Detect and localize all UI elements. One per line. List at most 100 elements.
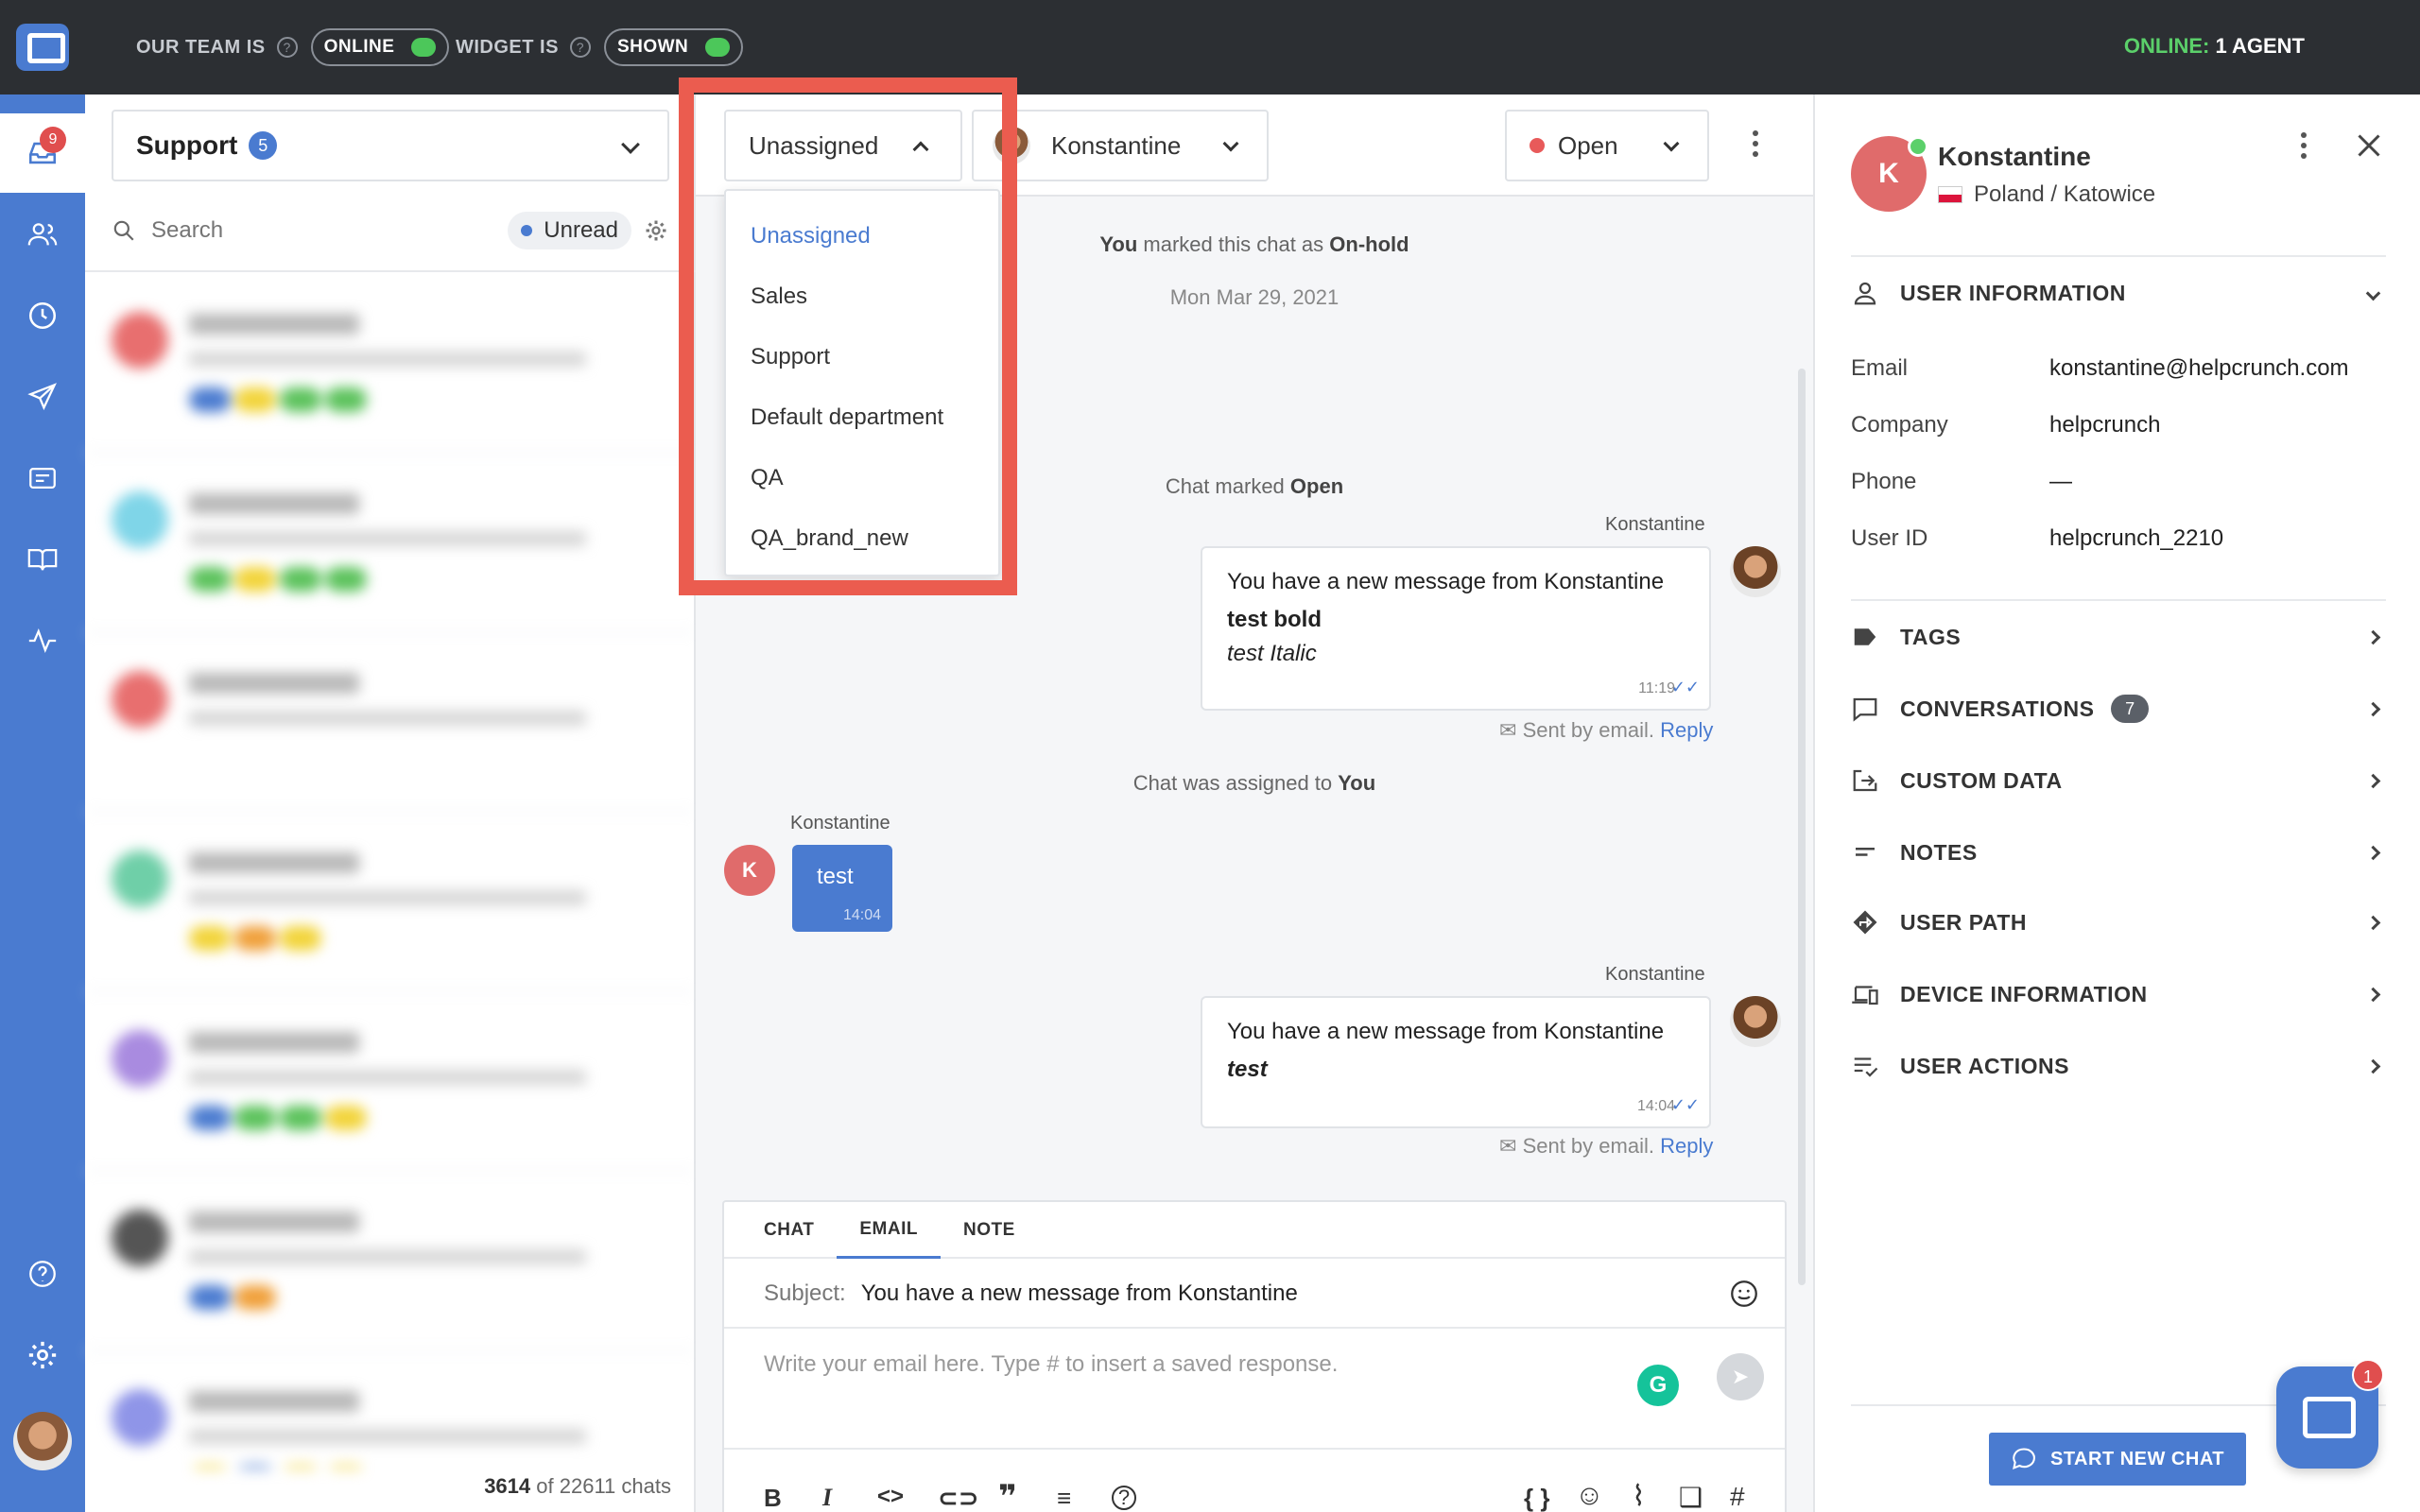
section-notes[interactable]: NOTES xyxy=(1851,832,2386,873)
link-icon[interactable]: ⊂⊃ xyxy=(938,1484,979,1512)
info-row-company: Company helpcrunch xyxy=(1851,412,2386,438)
section-device-information[interactable]: DEVICE INFORMATION xyxy=(1851,973,2386,1015)
section-custom-data[interactable]: CUSTOM DATA xyxy=(1851,760,2386,801)
list-item[interactable] xyxy=(85,813,696,992)
list-item[interactable] xyxy=(85,633,696,813)
message-line: You have a new message from Konstantine xyxy=(1227,569,1665,594)
nav-campaigns[interactable] xyxy=(0,357,85,437)
tab-note[interactable]: NOTE xyxy=(941,1202,1038,1259)
list-item[interactable] xyxy=(85,454,696,633)
search-input[interactable] xyxy=(151,217,473,244)
team-status: OUR TEAM IS ? ONLINE xyxy=(136,28,450,66)
message-box-icon xyxy=(29,467,56,490)
start-new-chat-label: START NEW CHAT xyxy=(2049,1448,2224,1469)
unread-filter[interactable]: Unread xyxy=(508,212,631,249)
contact-panel: K Konstantine Poland / Katowice USER INF… xyxy=(1813,94,2420,1512)
help-icon[interactable]: ? xyxy=(569,37,591,58)
mail-icon: ✉ xyxy=(1499,1134,1517,1158)
nav-knowledge-base[interactable] xyxy=(0,520,85,599)
help-icon[interactable]: ? xyxy=(276,37,298,58)
chevron-right-icon xyxy=(2365,1058,2381,1074)
chevron-right-icon xyxy=(2365,915,2381,930)
list-item[interactable] xyxy=(85,274,696,454)
section-user-information[interactable]: USER INFORMATION xyxy=(1851,272,2386,314)
list-item[interactable] xyxy=(85,1351,696,1469)
reply-link[interactable]: Reply xyxy=(1660,1134,1713,1158)
unread-label: Unread xyxy=(544,217,618,243)
chat-count: 3614 xyxy=(484,1474,531,1498)
chevron-right-icon xyxy=(2365,845,2381,860)
department-select[interactable]: Support 5 xyxy=(112,110,669,181)
code-icon[interactable]: <> xyxy=(877,1484,904,1510)
message-text: test xyxy=(817,864,854,889)
help-icon[interactable]: ? xyxy=(1112,1486,1136,1510)
info-label: User ID xyxy=(1851,525,1928,551)
start-new-chat-button[interactable]: START NEW CHAT xyxy=(1989,1433,2246,1486)
section-user-path[interactable]: USER PATH xyxy=(1851,902,2386,943)
more-options-icon[interactable] xyxy=(2301,132,2307,159)
message-author: Konstantine xyxy=(1605,514,1705,535)
info-value[interactable]: — xyxy=(2049,469,2072,495)
more-options-icon[interactable] xyxy=(1753,130,1758,157)
section-title: USER ACTIONS xyxy=(1900,1053,2069,1078)
bold-icon[interactable]: B xyxy=(764,1484,782,1512)
close-icon[interactable] xyxy=(2352,129,2386,163)
nav-messages[interactable] xyxy=(0,438,85,518)
subject-input[interactable]: You have a new message from Konstantine xyxy=(861,1280,1298,1307)
tab-chat[interactable]: CHAT xyxy=(724,1202,837,1259)
subject-row: Subject: You have a new message from Kon… xyxy=(724,1261,1785,1329)
section-user-actions[interactable]: USER ACTIONS xyxy=(1851,1045,2386,1087)
scrollbar[interactable] xyxy=(1798,369,1806,1285)
widget-badge: 1 xyxy=(2352,1359,2384,1391)
system-text: Chat marked xyxy=(1165,474,1285,498)
online-value: 1 AGENT xyxy=(2215,34,2305,58)
attachment-icon[interactable]: ⌇ xyxy=(1632,1480,1646,1512)
toggle-on-indicator xyxy=(411,38,437,57)
emoji-icon[interactable]: ☺ xyxy=(1575,1480,1604,1512)
info-value[interactable]: helpcrunch xyxy=(2049,412,2160,438)
section-title: CUSTOM DATA xyxy=(1900,767,2063,793)
section-tags[interactable]: TAGS xyxy=(1851,616,2386,658)
chat-status-select[interactable]: Open xyxy=(1505,110,1709,181)
message-line-italic: test Italic xyxy=(1227,641,1317,666)
nav-settings[interactable] xyxy=(0,1315,85,1395)
agent-avatar xyxy=(1730,996,1781,1047)
tab-email[interactable]: EMAIL xyxy=(837,1202,941,1259)
nav-contacts[interactable] xyxy=(0,195,85,274)
section-conversations[interactable]: CONVERSATIONS 7 xyxy=(1851,688,2386,730)
saved-response-icon[interactable]: # xyxy=(1730,1482,1745,1512)
info-row-user-id: User ID helpcrunch_2210 xyxy=(1851,525,2386,552)
chat-list xyxy=(85,274,696,1469)
nav-history[interactable] xyxy=(0,276,85,355)
nav-help[interactable] xyxy=(0,1234,85,1314)
send-button[interactable]: ➤ xyxy=(1717,1353,1764,1400)
italic-icon[interactable]: I xyxy=(822,1484,832,1512)
online-label: ONLINE: xyxy=(2123,34,2210,58)
message-author: Konstantine xyxy=(1605,964,1705,985)
chat-status-value: Open xyxy=(1558,130,1618,160)
team-status-toggle[interactable]: ONLINE xyxy=(310,28,450,66)
grammarly-icon[interactable]: G xyxy=(1637,1365,1679,1406)
variables-icon[interactable]: { } xyxy=(1524,1484,1549,1512)
info-label: Phone xyxy=(1851,469,1917,494)
chat-bubble-icon xyxy=(2013,1448,2035,1470)
agent-avatar[interactable] xyxy=(13,1412,72,1470)
align-icon[interactable]: ≡ xyxy=(1057,1484,1071,1512)
app-logo[interactable] xyxy=(0,0,85,94)
email-body-input[interactable]: Write your email here. Type # to insert … xyxy=(764,1351,1615,1378)
widget-status-toggle[interactable]: SHOWN xyxy=(603,28,744,66)
list-item[interactable] xyxy=(85,992,696,1172)
highlight-frame xyxy=(679,77,1017,595)
book-icon[interactable]: ❑ xyxy=(1679,1482,1703,1512)
nav-inbox[interactable]: 9 xyxy=(0,113,85,193)
gear-icon[interactable] xyxy=(643,217,669,244)
info-value[interactable]: helpcrunch_2210 xyxy=(2049,525,2223,552)
left-nav: 9 xyxy=(0,94,85,1512)
reply-link[interactable]: Reply xyxy=(1660,718,1713,742)
nav-statistics[interactable] xyxy=(0,601,85,680)
list-item[interactable] xyxy=(85,1172,696,1351)
info-value[interactable]: konstantine@helpcrunch.com xyxy=(2049,355,2349,382)
emoji-icon[interactable] xyxy=(1728,1278,1760,1310)
quote-icon[interactable]: ❞ xyxy=(998,1478,1017,1512)
gear-icon xyxy=(28,1341,57,1369)
